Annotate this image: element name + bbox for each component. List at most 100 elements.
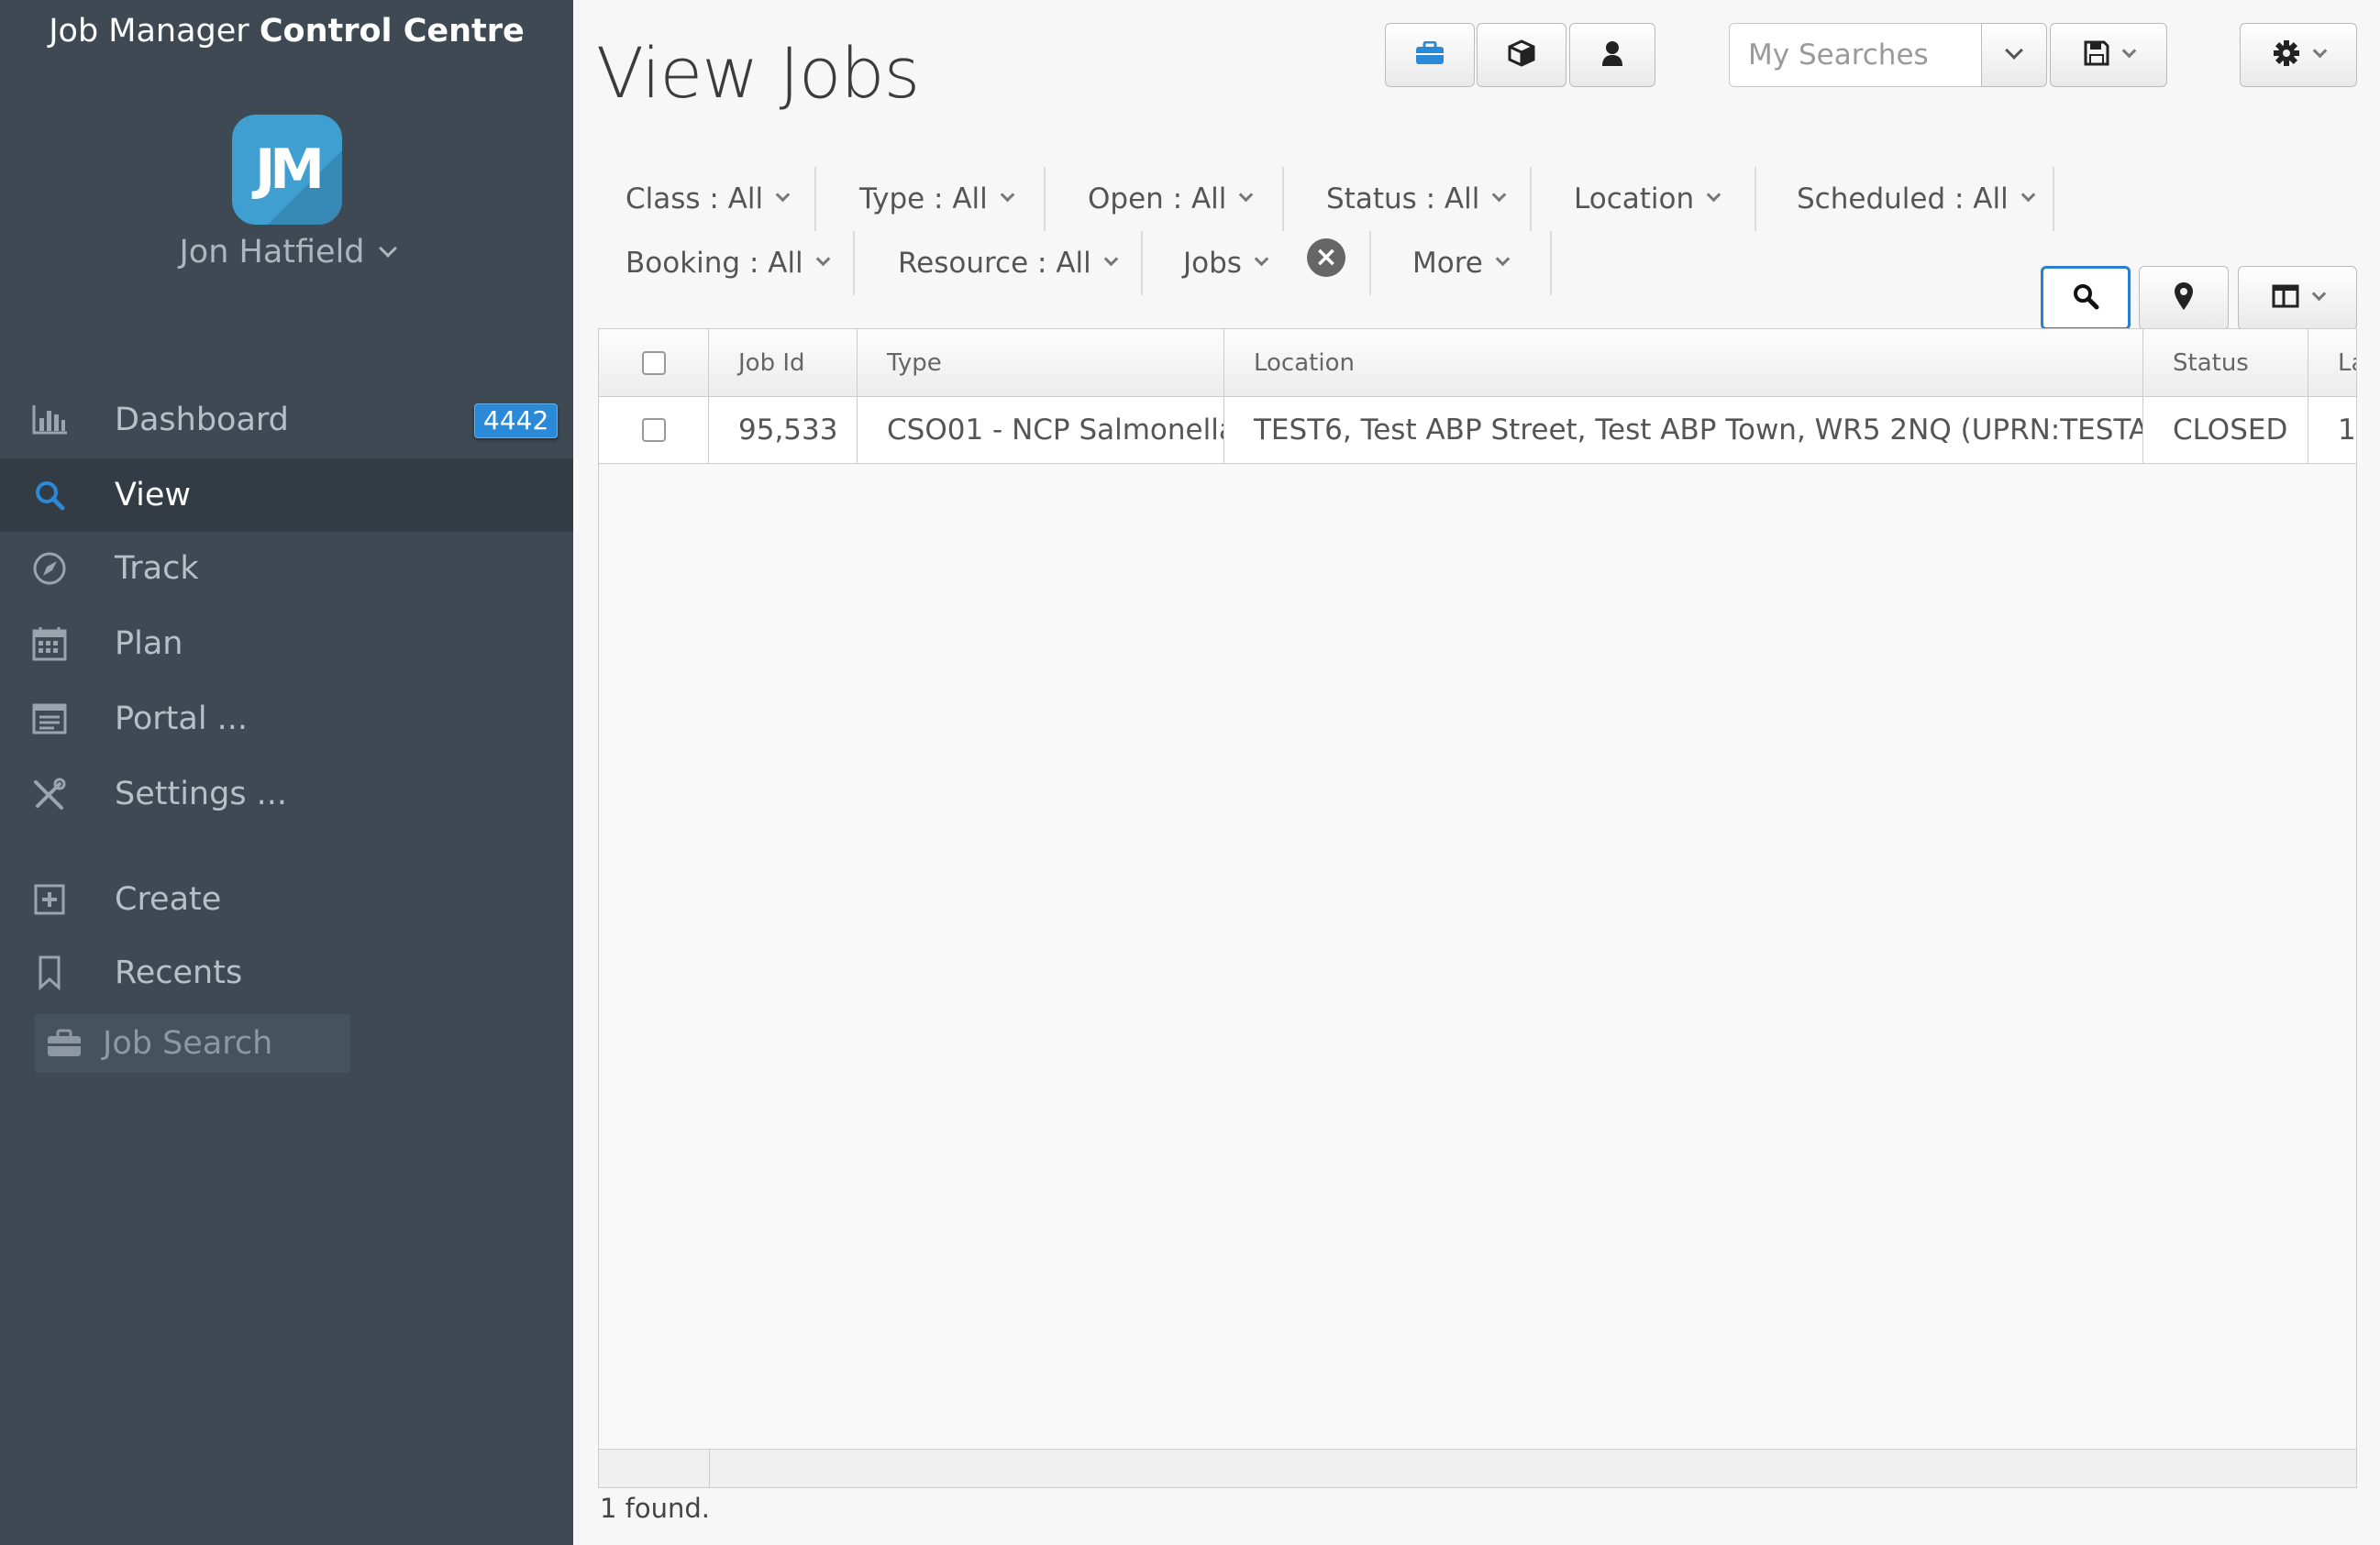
job-search-placeholder: Job Search <box>103 1025 273 1062</box>
filter-scheduled-label: Scheduled : All <box>1797 182 2009 215</box>
filter-divider <box>2053 167 2054 231</box>
sidebar-item-label: Portal ... <box>115 701 249 737</box>
user-menu[interactable]: Jon Hatfield <box>0 234 573 270</box>
filter-resource-label: Resource : All <box>898 247 1091 280</box>
sidebar-item-label: Settings ... <box>115 776 288 812</box>
results-count: 1 found. <box>600 1493 711 1524</box>
jobs-table: Job Id Type Location Status La 95,533 CS… <box>598 328 2357 1488</box>
cell-location: TEST6, Test ABP Street, Test ABP Town, W… <box>1224 397 2143 463</box>
search-icon <box>31 477 68 513</box>
chevron-down-icon <box>2312 43 2327 58</box>
dashboard-count-badge: 4442 <box>474 403 559 438</box>
map-marker-icon <box>2174 281 2194 315</box>
filter-status[interactable]: Status : All <box>1326 167 1507 231</box>
jobs-toolbar-button[interactable] <box>1385 23 1475 87</box>
column-header-job-id[interactable]: Job Id <box>709 329 858 396</box>
chevron-down-icon <box>1000 187 1015 202</box>
filter-divider <box>1044 167 1046 231</box>
chevron-down-icon <box>2005 41 2023 60</box>
table-row[interactable]: 95,533 CSO01 - NCP Salmonella TEST6, Tes… <box>599 397 2356 464</box>
chevron-down-icon <box>815 251 830 266</box>
tools-icon <box>31 776 68 812</box>
bookmark-icon <box>31 955 68 991</box>
filter-booking[interactable]: Booking : All <box>625 231 830 295</box>
filter-divider <box>1550 231 1552 295</box>
columns-button[interactable] <box>2238 266 2357 330</box>
chevron-down-icon <box>2121 43 2136 58</box>
filter-divider <box>1141 231 1143 295</box>
my-searches-input[interactable]: My Searches <box>1729 23 1981 87</box>
sidebar-item-track[interactable]: Track <box>0 532 573 605</box>
map-view-button[interactable] <box>2139 266 2229 330</box>
job-search-input[interactable]: Job Search <box>35 1014 350 1073</box>
filter-divider <box>814 167 816 231</box>
sidebar-item-portal[interactable]: Portal ... <box>0 682 573 756</box>
filter-divider <box>1369 231 1371 295</box>
bar-chart-icon <box>31 402 68 438</box>
columns-icon <box>2272 284 2299 312</box>
filter-location-label: Location <box>1574 182 1695 215</box>
settings-button[interactable] <box>2240 23 2357 87</box>
floppy-disk-icon <box>2084 40 2109 70</box>
sidebar-item-create[interactable]: Create <box>0 863 573 936</box>
column-header-last[interactable]: La <box>2308 329 2356 396</box>
filter-scheduled[interactable]: Scheduled : All <box>1797 167 2035 231</box>
calendar-icon <box>31 625 68 662</box>
sidebar-item-label: Create <box>115 881 222 918</box>
sidebar-item-label: Track <box>115 550 199 587</box>
table-footer <box>599 1449 2356 1487</box>
list-view-button[interactable] <box>2041 266 2131 330</box>
filter-class-label: Class : All <box>625 182 764 215</box>
filter-resource[interactable]: Resource : All <box>898 231 1119 295</box>
chevron-down-icon <box>1103 251 1119 266</box>
page-title: View Jobs <box>596 32 920 114</box>
save-search-button[interactable] <box>2050 23 2167 87</box>
chevron-down-icon <box>1492 187 1507 202</box>
column-header-location[interactable]: Location <box>1224 329 2143 396</box>
chevron-down-icon <box>775 187 791 202</box>
sidebar-item-settings[interactable]: Settings ... <box>0 757 573 831</box>
sidebar-item-recents[interactable]: Recents <box>0 936 573 1010</box>
filter-more[interactable]: More <box>1412 231 1511 295</box>
filter-location[interactable]: Location <box>1574 167 1721 231</box>
my-searches-dropdown-button[interactable] <box>1981 23 2047 87</box>
filter-open-label: Open : All <box>1088 182 1227 215</box>
sidebar-item-plan[interactable]: Plan <box>0 607 573 680</box>
assets-toolbar-button[interactable] <box>1477 23 1566 87</box>
chevron-down-icon <box>2311 286 2326 301</box>
cube-icon <box>1508 39 1535 71</box>
customers-toolbar-button[interactable] <box>1569 23 1655 87</box>
column-header-type[interactable]: Type <box>858 329 1224 396</box>
filter-status-label: Status : All <box>1326 182 1480 215</box>
filter-jobs-label: Jobs <box>1183 247 1242 280</box>
table-header: Job Id Type Location Status La <box>599 329 2356 397</box>
cell-job-id: 95,533 <box>709 397 858 463</box>
search-icon <box>2072 282 2099 314</box>
main-panel: View Jobs My Searches Class: All Type:… <box>573 0 2380 1545</box>
filter-booking-label: Booking : All <box>625 247 803 280</box>
chevron-down-icon <box>1254 251 1269 266</box>
column-header-status[interactable]: Status <box>2143 329 2308 396</box>
filter-more-label: More <box>1412 247 1483 280</box>
row-checkbox[interactable] <box>641 418 666 442</box>
filter-jobs[interactable]: Jobs <box>1183 231 1269 295</box>
list-window-icon <box>31 701 68 737</box>
select-all-checkbox[interactable] <box>641 350 666 375</box>
filter-type[interactable]: Type : All <box>859 167 1015 231</box>
user-icon <box>1601 40 1623 70</box>
filter-class[interactable]: Class : All <box>625 167 791 231</box>
filter-open[interactable]: Open : All <box>1088 167 1254 231</box>
sidebar-item-view[interactable]: View <box>0 458 573 532</box>
sidebar: Job Manager Control Centre JM Jon Hatfie… <box>0 0 573 1545</box>
app-title-prefix: Job Manager <box>49 13 249 50</box>
sidebar-item-dashboard[interactable]: Dashboard 4442 <box>0 383 573 457</box>
compass-icon <box>31 550 68 587</box>
filter-divider <box>1530 167 1532 231</box>
select-all-cell <box>599 329 709 396</box>
row-select-cell <box>599 397 709 463</box>
briefcase-icon <box>1415 40 1445 69</box>
logo-text: JM <box>254 138 325 202</box>
clear-filter-icon[interactable]: × <box>1307 238 1345 277</box>
chevron-down-icon <box>1239 187 1254 202</box>
briefcase-icon <box>46 1029 83 1058</box>
